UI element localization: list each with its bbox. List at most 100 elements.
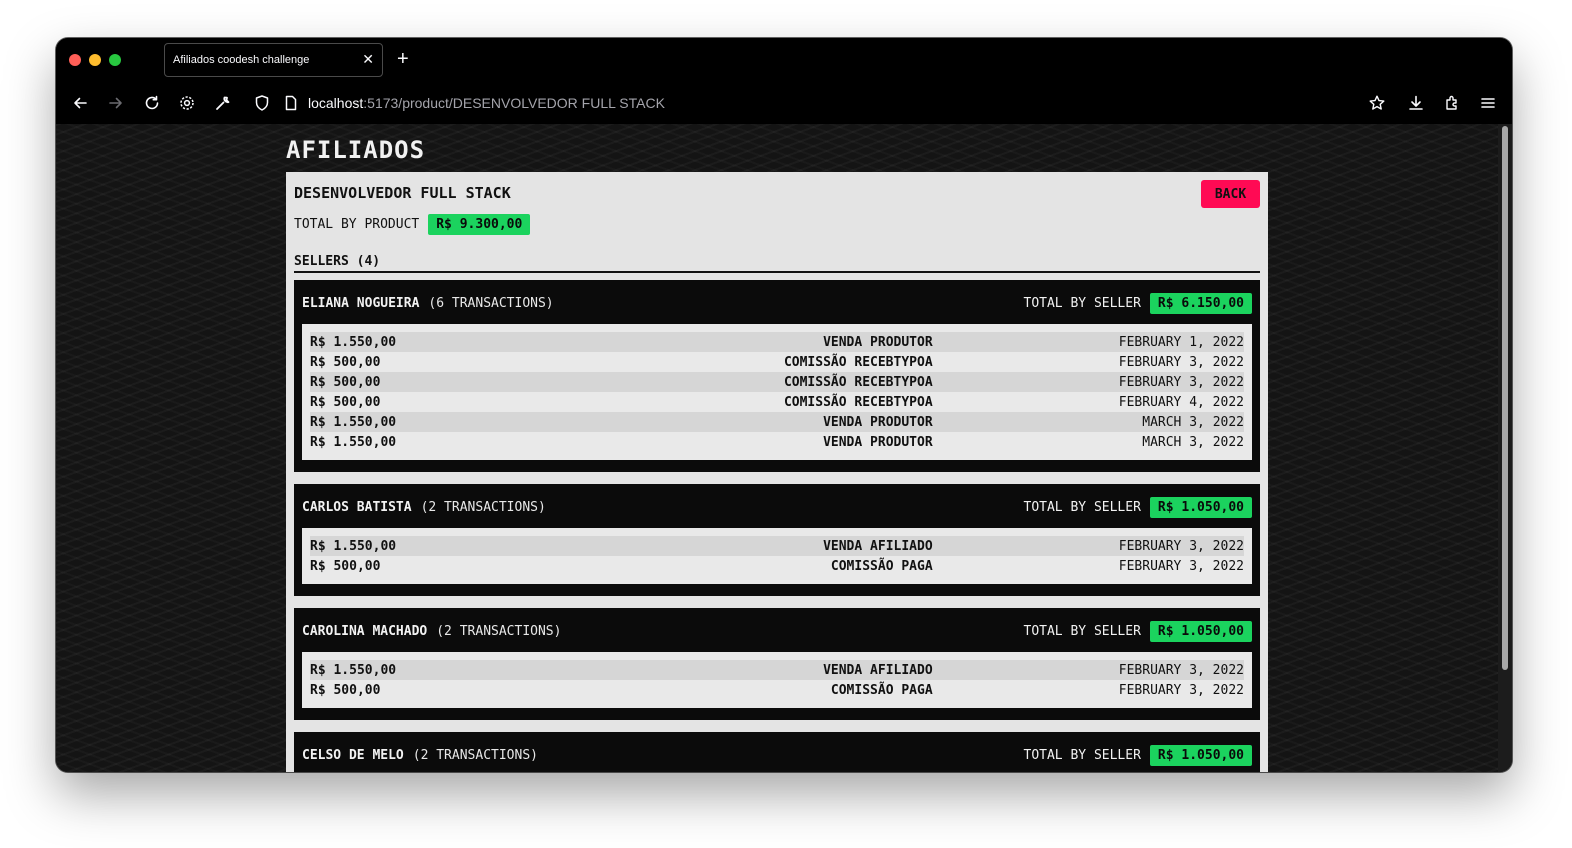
transaction-row: R$ 1.550,00 VENDA AFILIADO FEBRUARY 3, 2… [310,536,1244,556]
transaction-value: R$ 500,00 [310,354,381,370]
tab-bar: Afiliados coodesh challenge ✕ + [56,38,1512,82]
gear-icon[interactable] [177,93,197,113]
transaction-row: R$ 500,00 COMISSÃO PAGA FEBRUARY 3, 2022 [310,556,1244,576]
back-button[interactable]: BACK [1201,180,1260,208]
total-by-seller-badge: R$ 1.050,00 [1149,496,1252,518]
transaction-type: VENDA PRODUTOR [823,414,933,430]
tab-title: Afiliados coodesh challenge [173,54,310,66]
transaction-type: COMISSÃO RECEBTYPOA [783,394,933,410]
seller-card: ELIANA NOGUEIRA (6 TRANSACTIONS) TOTAL B… [294,280,1260,472]
forward-arrow-icon[interactable] [106,93,126,113]
transaction-value: R$ 1.550,00 [310,414,397,430]
seller-name: CELSO DE MELO [302,747,404,763]
transactions-list: R$ 1.550,00 VENDA AFILIADO FEBRUARY 3, 2… [302,528,1252,584]
transaction-value: R$ 1.550,00 [310,662,397,678]
maximize-window-button[interactable] [109,54,121,66]
seller-card: CELSO DE MELO (2 TRANSACTIONS) TOTAL BY … [294,732,1260,772]
seller-total: TOTAL BY SELLER R$ 1.050,00 [1023,744,1252,766]
transaction-value: R$ 500,00 [310,394,381,410]
product-name: DESENVOLVEDOR FULL STACK [294,184,511,202]
transaction-type: COMISSÃO RECEBTYPOA [783,374,933,390]
transaction-row: R$ 1.550,00 VENDA PRODUTOR MARCH 3, 2022 [310,412,1244,432]
transaction-type: VENDA PRODUTOR [823,434,933,450]
seller-transaction-count: (2 TRANSACTIONS) [412,747,538,763]
total-by-seller-label: TOTAL BY SELLER [1023,747,1141,763]
transaction-value: R$ 500,00 [310,558,381,574]
close-window-button[interactable] [69,54,81,66]
reload-icon[interactable] [142,93,162,113]
seller-total: TOTAL BY SELLER R$ 1.050,00 [1023,620,1252,642]
seller-card: CAROLINA MACHADO (2 TRANSACTIONS) TOTAL … [294,608,1260,720]
page-icon [281,93,301,113]
scrollbar-thumb[interactable] [1502,126,1508,670]
url-path: :5173/product/DESENVOLVEDOR FULL STACK [363,95,665,111]
total-by-seller-badge: R$ 1.050,00 [1149,744,1252,766]
seller-transaction-count: (2 TRANSACTIONS) [436,623,562,639]
tab-close-icon[interactable]: ✕ [362,51,374,67]
seller-header: CARLOS BATISTA (2 TRANSACTIONS) TOTAL BY… [302,496,1252,518]
transaction-type: VENDA AFILIADO [823,538,933,554]
transaction-type: COMISSÃO PAGA [830,682,933,698]
transaction-row: R$ 500,00 COMISSÃO RECEBTYPOA FEBRUARY 3… [310,372,1244,392]
transaction-date: FEBRUARY 3, 2022 [1118,374,1244,390]
total-by-seller-badge: R$ 1.050,00 [1149,620,1252,642]
transaction-date: FEBRUARY 3, 2022 [1118,538,1244,554]
total-by-seller-label: TOTAL BY SELLER [1023,295,1141,311]
transaction-date: FEBRUARY 3, 2022 [1118,354,1244,370]
transaction-date: FEBRUARY 3, 2022 [1118,662,1244,678]
minimize-window-button[interactable] [89,54,101,66]
transactions-list: R$ 1.550,00 VENDA PRODUTOR FEBRUARY 1, 2… [302,324,1252,460]
transaction-row: R$ 500,00 COMISSÃO RECEBTYPOA FEBRUARY 3… [310,352,1244,372]
menu-icon[interactable] [1478,93,1498,113]
product-panel: DESENVOLVEDOR FULL STACK BACK TOTAL BY P… [286,172,1268,772]
page-title: AFILIADOS [286,136,426,164]
browser-tab[interactable]: Afiliados coodesh challenge ✕ [164,43,383,77]
shield-icon[interactable] [252,93,272,113]
transaction-value: R$ 1.550,00 [310,538,397,554]
new-tab-button[interactable]: + [397,48,409,70]
seller-header: CELSO DE MELO (2 TRANSACTIONS) TOTAL BY … [302,744,1252,766]
page-viewport: AFILIADOS DESENVOLVEDOR FULL STACK BACK … [56,124,1498,772]
transaction-date: FEBRUARY 1, 2022 [1118,334,1244,350]
back-arrow-icon[interactable] [70,93,90,113]
transaction-value: R$ 500,00 [310,682,381,698]
seller-header: CAROLINA MACHADO (2 TRANSACTIONS) TOTAL … [302,620,1252,642]
seller-total: TOTAL BY SELLER R$ 6.150,00 [1023,292,1252,314]
transaction-date: FEBRUARY 4, 2022 [1118,394,1244,410]
navigation-bar: localhost:5173/product/DESENVOLVEDOR FUL… [56,82,1512,124]
seller-name: CARLOS BATISTA [302,499,412,515]
total-by-product-badge: R$ 9.300,00 [428,214,531,235]
transaction-value: R$ 1.550,00 [310,434,397,450]
transaction-date: MARCH 3, 2022 [1142,414,1244,430]
transaction-row: R$ 500,00 COMISSÃO PAGA FEBRUARY 3, 2022 [310,680,1244,700]
total-by-seller-label: TOTAL BY SELLER [1023,499,1141,515]
address-bar[interactable]: localhost:5173/product/DESENVOLVEDOR FUL… [308,95,665,111]
transactions-list: R$ 1.550,00 VENDA AFILIADO FEBRUARY 3, 2… [302,652,1252,708]
transaction-date: FEBRUARY 3, 2022 [1118,558,1244,574]
transaction-type: COMISSÃO RECEBTYPOA [783,354,933,370]
transaction-date: FEBRUARY 3, 2022 [1118,682,1244,698]
browser-window: Afiliados coodesh challenge ✕ + localhos… [56,38,1512,772]
seller-header: ELIANA NOGUEIRA (6 TRANSACTIONS) TOTAL B… [302,292,1252,314]
total-by-seller-label: TOTAL BY SELLER [1023,623,1141,639]
total-by-seller-badge: R$ 6.150,00 [1149,292,1252,314]
total-by-product: TOTAL BY PRODUCT R$ 9.300,00 [294,214,531,235]
extensions-icon[interactable] [1442,93,1462,113]
transaction-row: R$ 500,00 COMISSÃO RECEBTYPOA FEBRUARY 4… [310,392,1244,412]
transaction-type: VENDA AFILIADO [823,662,933,678]
transaction-date: MARCH 3, 2022 [1142,434,1244,450]
transaction-row: R$ 1.550,00 VENDA PRODUTOR FEBRUARY 1, 2… [310,332,1244,352]
seller-total: TOTAL BY SELLER R$ 1.050,00 [1023,496,1252,518]
download-icon[interactable] [1406,93,1426,113]
seller-name: ELIANA NOGUEIRA [302,295,420,311]
wrench-icon[interactable] [213,93,233,113]
vertical-scrollbar[interactable] [1498,124,1512,772]
sellers-header: SELLERS (4) [294,254,1260,273]
star-icon[interactable] [1367,93,1387,113]
transaction-row: R$ 1.550,00 VENDA PRODUTOR MARCH 3, 2022 [310,432,1244,452]
total-by-product-label: TOTAL BY PRODUCT [294,217,420,232]
seller-card: CARLOS BATISTA (2 TRANSACTIONS) TOTAL BY… [294,484,1260,596]
url-host: localhost [308,95,364,111]
seller-transaction-count: (6 TRANSACTIONS) [428,295,554,311]
transaction-type: VENDA PRODUTOR [823,334,933,350]
